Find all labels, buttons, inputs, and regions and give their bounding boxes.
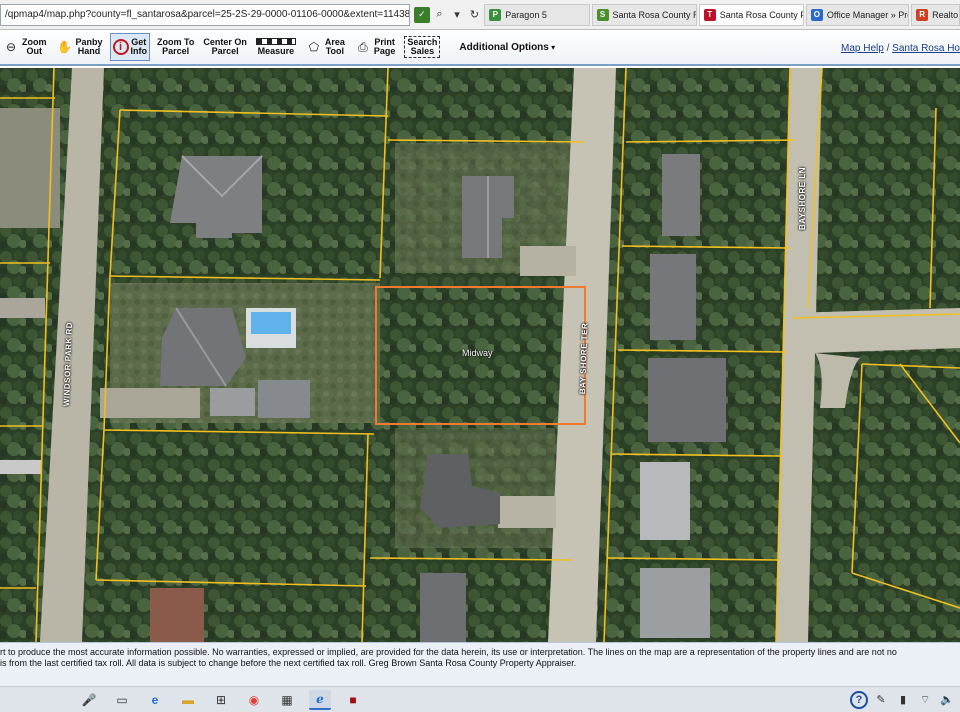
tab-favicon: O <box>810 8 823 21</box>
print-page-label: Print Page <box>373 37 396 56</box>
system-tray: ? ✎ ▮ ⌔ 🔈 <box>850 690 960 709</box>
map-help-link[interactable]: Map Help <box>841 43 884 54</box>
network-icon[interactable]: ⌔ <box>916 691 934 709</box>
link-separator: / <box>883 43 893 54</box>
disclaimer-line-1: rt to produce the most accurate informat… <box>0 647 897 657</box>
search-sales-button[interactable]: Search Sales <box>402 33 442 61</box>
task-view-icon[interactable]: ▭ <box>111 690 133 710</box>
measure-button[interactable]: Measure <box>254 33 298 61</box>
area-tool-button[interactable]: ⬠ Area Tool <box>303 33 347 61</box>
map-toolbar: ⊖ Zoom Out ✋ Panby Hand i Get Info Zoom … <box>0 30 960 66</box>
tab-label: Realto <box>932 9 959 20</box>
app-icon[interactable]: ■ <box>342 690 364 710</box>
panby-hand-button[interactable]: ✋ Panby Hand <box>54 33 105 61</box>
zoom-to-parcel-button[interactable]: Zoom To Parcel <box>155 33 196 61</box>
zoom-to-parcel-label: Zoom To Parcel <box>157 37 195 56</box>
center-on-parcel-label: Center On Parcel <box>203 37 247 56</box>
street-label-bayshore-ln: BAYSHORE LN <box>798 167 807 230</box>
tab-santa-rosa-property[interactable]: T Santa Rosa County P... <box>698 3 804 26</box>
store-icon[interactable]: ⊞ <box>210 690 232 710</box>
notes-icon[interactable]: ✎ <box>872 691 890 709</box>
edge-icon[interactable]: e <box>144 690 166 710</box>
area-tool-label: Area Tool <box>324 37 345 56</box>
tab-office-manager[interactable]: O Office Manager » Prope... <box>805 3 910 26</box>
chrome-icon[interactable]: ◉ <box>243 690 265 710</box>
tab-favicon: S <box>596 8 609 21</box>
battery-icon[interactable]: ▮ <box>894 691 912 709</box>
search-sales-label: Search Sales <box>404 36 441 58</box>
zoom-out-label: Zoom Out <box>22 37 47 56</box>
address-bar[interactable]: /qpmap4/map.php?county=fl_santarosa&parc… <box>0 3 411 26</box>
additional-options-menu[interactable]: Additional Options <box>459 42 555 53</box>
zoom-out-button[interactable]: ⊖ Zoom Out <box>0 33 49 61</box>
tab-paragon[interactable]: P Paragon 5 <box>484 3 590 26</box>
tab-favicon: T <box>703 8 716 21</box>
browser-bar: /qpmap4/map.php?county=fl_santarosa&parc… <box>0 0 960 30</box>
calculator-icon[interactable]: ▦ <box>276 690 298 710</box>
file-explorer-icon[interactable]: ▬ <box>177 690 199 710</box>
get-info-button[interactable]: i Get Info <box>109 33 151 61</box>
windows-taskbar: 🎤 ▭ e ▬ ⊞ ◉ ▦ ℯ ■ ? ✎ ▮ ⌔ 🔈 <box>0 686 960 712</box>
aerial-map[interactable]: WINDSOR PARK RD BAY SHORE TER BAYSHORE L… <box>0 68 960 642</box>
disclaimer-line-2: is from the last certified tax roll. All… <box>0 658 577 668</box>
refresh-icon[interactable]: ↻ <box>467 7 483 23</box>
tab-santa-rosa-resources[interactable]: S Santa Rosa County Reso... <box>591 3 697 26</box>
center-on-parcel-button[interactable]: Center On Parcel <box>201 33 249 61</box>
get-info-label: Get Info <box>130 37 148 56</box>
tab-realtor[interactable]: R Realto <box>911 3 960 26</box>
help-icon[interactable]: ? <box>850 690 868 709</box>
disclaimer: rt to produce the most accurate informat… <box>0 642 960 686</box>
panby-hand-label: Panby Hand <box>75 37 103 56</box>
printer-icon: ⎙ <box>358 39 368 54</box>
measure-label: Measure <box>257 46 295 56</box>
santa-rosa-home-link[interactable]: Santa Rosa Ho <box>892 43 960 54</box>
microphone-icon[interactable]: 🎤 <box>78 690 100 710</box>
volume-icon[interactable]: 🔈 <box>938 691 956 709</box>
print-page-button[interactable]: ⎙ Print Page <box>352 33 398 61</box>
tab-favicon: R <box>916 8 929 21</box>
ruler-icon <box>255 38 296 45</box>
tab-label: Santa Rosa County Reso... <box>612 9 696 20</box>
tab-label: Santa Rosa County P... <box>719 9 804 20</box>
area-icon: ⬠ <box>308 40 320 54</box>
parcel-label: Midway <box>462 348 493 358</box>
help-links: Map Help / Santa Rosa Ho <box>841 43 960 54</box>
search-icon[interactable]: ⌕ <box>432 7 448 23</box>
magnifier-icon: ⊖ <box>5 40 17 54</box>
internet-explorer-icon[interactable]: ℯ <box>309 689 331 710</box>
hand-icon: ✋ <box>57 40 72 54</box>
tab-label: Paragon 5 <box>505 9 547 20</box>
compatibility-icon[interactable]: ✓ <box>414 6 430 23</box>
tab-favicon: P <box>489 8 502 21</box>
dropdown-icon[interactable]: ▾ <box>449 7 465 23</box>
info-icon: i <box>112 39 129 55</box>
tab-label: Office Manager » Prope... <box>826 9 908 20</box>
